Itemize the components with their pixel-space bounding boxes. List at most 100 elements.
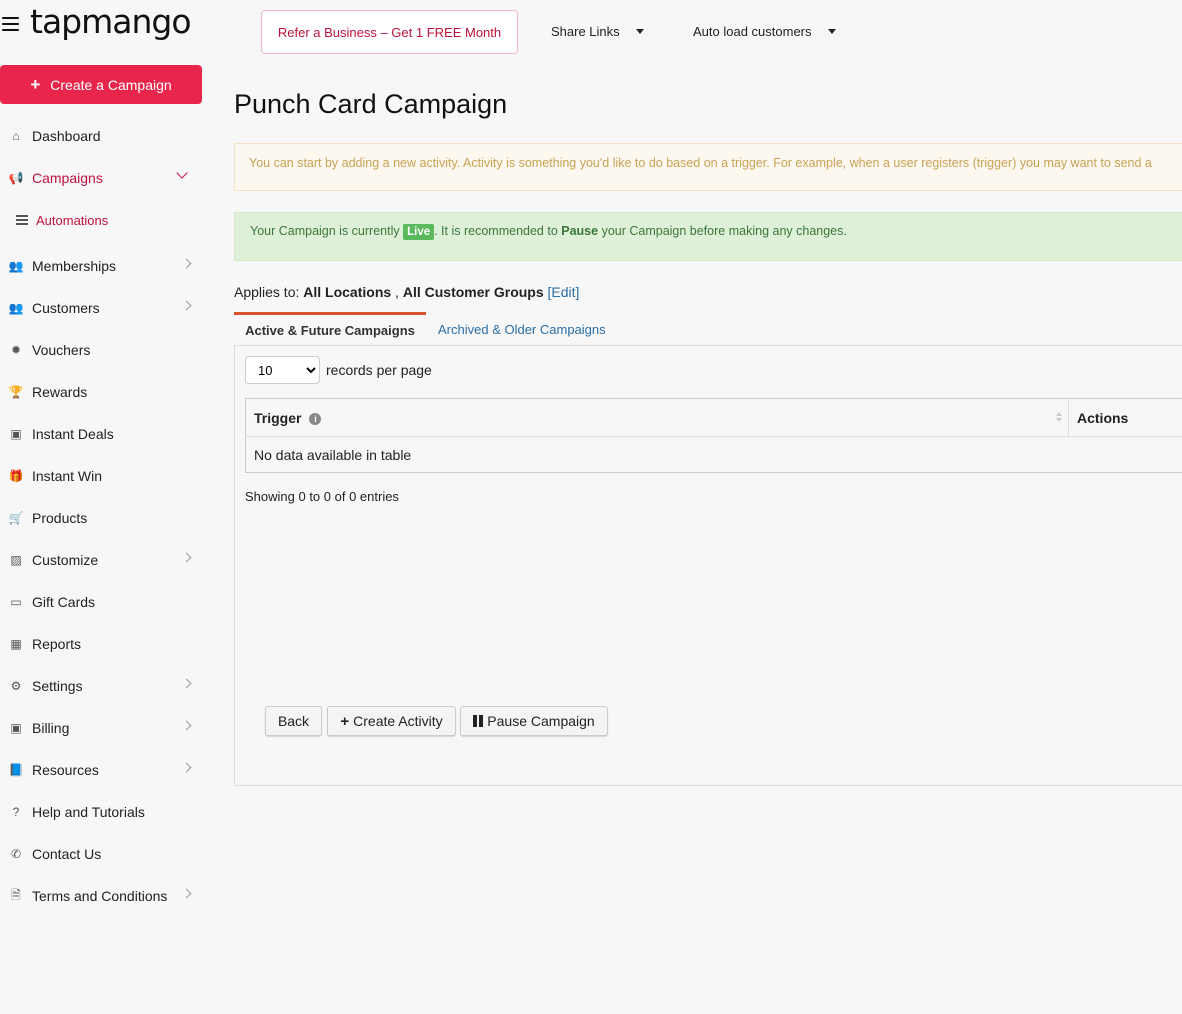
- applies-groups: All Customer Groups: [402, 284, 544, 300]
- sidebar-item-label: Gift Cards: [32, 594, 96, 610]
- chevron-right-icon: [181, 552, 192, 563]
- applies-separator: ,: [391, 284, 403, 300]
- sidebar-item-label: Campaigns: [32, 170, 103, 186]
- sidebar-item-terms[interactable]: 🗎 Terms and Conditions: [8, 884, 198, 908]
- question-icon: ?: [12, 805, 20, 819]
- applies-locations: All Locations: [303, 284, 392, 300]
- live-status-alert: Your Campaign is currently Live. It is r…: [234, 212, 1182, 261]
- live-prefix: Your Campaign is currently: [250, 224, 404, 238]
- info-icon[interactable]: i: [309, 412, 322, 425]
- sidebar-item-label: Memberships: [32, 258, 117, 274]
- sidebar-item-reports[interactable]: ▦ Reports: [8, 632, 198, 656]
- sidebar-item-label: Rewards: [32, 384, 88, 400]
- create-campaign-button[interactable]: + Create a Campaign: [0, 65, 202, 104]
- back-button[interactable]: Back: [265, 706, 322, 736]
- users-icon: 👥: [8, 301, 24, 315]
- tab-archived-older[interactable]: Archived & Older Campaigns: [438, 312, 606, 346]
- pause-campaign-button[interactable]: Pause Campaign: [460, 706, 608, 736]
- sidebar-item-label: Settings: [32, 678, 83, 694]
- book-icon: 📘: [8, 763, 24, 777]
- tab-active-future[interactable]: Active & Future Campaigns: [234, 312, 426, 346]
- info-alert: You can start by adding a new activity. …: [234, 143, 1182, 191]
- chevron-right-icon: [181, 258, 192, 269]
- actions-column-header: Actions: [1068, 398, 1182, 437]
- logo[interactable]: tapmango: [30, 2, 192, 41]
- trigger-header-label: Trigger: [254, 409, 302, 426]
- create-campaign-label: Create a Campaign: [50, 76, 172, 93]
- sort-icon: [1056, 412, 1062, 422]
- share-links-dropdown[interactable]: Share Links: [551, 24, 644, 39]
- sidebar-item-label: Instant Deals: [32, 426, 114, 442]
- live-suffix: your Campaign before making any changes.: [598, 224, 847, 238]
- table-icon: ▦: [10, 637, 22, 651]
- create-activity-label: Create Activity: [353, 713, 443, 729]
- sidebar-subitem-automations[interactable]: Automations: [16, 210, 108, 230]
- pause-icon: [473, 715, 484, 727]
- refer-business-button[interactable]: Refer a Business – Get 1 FREE Month: [261, 10, 518, 54]
- sidebar-item-help[interactable]: ? Help and Tutorials: [8, 800, 198, 824]
- pause-campaign-label: Pause Campaign: [487, 713, 595, 729]
- sidebar-item-billing[interactable]: ▣ Billing: [8, 716, 198, 740]
- megaphone-icon: 📢: [8, 171, 24, 185]
- sidebar-item-label: Billing: [32, 720, 70, 736]
- sidebar-item-campaigns[interactable]: 📢 Campaigns: [8, 166, 198, 190]
- sidebar-item-rewards[interactable]: 🏆 Rewards: [8, 380, 198, 404]
- phone-icon: ✆: [10, 847, 22, 861]
- sidebar-item-instant-deals[interactable]: ▣ Instant Deals: [8, 422, 198, 446]
- trigger-column-header[interactable]: Trigger i: [245, 398, 1069, 437]
- chevron-right-icon: [181, 720, 192, 731]
- sidebar-item-label: Terms and Conditions: [32, 888, 168, 904]
- sidebar-item-label: Dashboard: [32, 128, 101, 144]
- sidebar-item-label: Reports: [32, 636, 82, 652]
- campaign-tabs: Active & Future Campaigns Archived & Old…: [234, 312, 1182, 346]
- gear-icon: ⚙: [10, 679, 22, 693]
- sidebar-item-contact[interactable]: ✆ Contact Us: [8, 842, 198, 866]
- sidebar-item-products[interactable]: 🛒 Products: [8, 506, 198, 530]
- sidebar-item-label: Vouchers: [32, 342, 91, 358]
- records-per-page-label: records per page: [326, 362, 432, 378]
- caret-down-icon: [827, 29, 836, 34]
- live-middle: . It is recommended to: [434, 224, 562, 238]
- sidebar-item-memberships[interactable]: 👥 Memberships: [8, 254, 198, 278]
- applies-to: Applies to: All Locations , All Customer…: [234, 284, 579, 300]
- sidebar-item-settings[interactable]: ⚙ Settings: [8, 674, 198, 698]
- sidebar-item-label: Help and Tutorials: [32, 804, 145, 820]
- sidebar-item-customize[interactable]: ▨ Customize: [8, 548, 198, 572]
- chevron-right-icon: [181, 762, 192, 773]
- sidebar-item-vouchers[interactable]: ✹ Vouchers: [8, 338, 198, 362]
- sidebar-item-dashboard[interactable]: ⌂ Dashboard: [8, 124, 198, 148]
- cart-icon: 🛒: [8, 511, 24, 525]
- sidebar-item-label: Products: [32, 510, 88, 526]
- chevron-right-icon: [181, 300, 192, 311]
- money-icon: ▣: [10, 721, 22, 735]
- sidebar-item-instant-win[interactable]: 🎁 Instant Win: [8, 464, 198, 488]
- home-icon: ⌂: [12, 129, 20, 143]
- auto-load-customers-dropdown[interactable]: Auto load customers: [693, 24, 836, 39]
- hamburger-menu-icon[interactable]: [2, 17, 19, 31]
- sidebar-subitem-label: Automations: [36, 212, 109, 228]
- plus-icon: +: [340, 712, 350, 730]
- money-icon: ▣: [10, 427, 22, 441]
- sidebar-item-resources[interactable]: 📘 Resources: [8, 758, 198, 782]
- image-icon: ▨: [10, 553, 22, 567]
- chevron-right-icon: [181, 888, 192, 899]
- badge-icon: ✹: [10, 343, 22, 357]
- sidebar-item-label: Customers: [32, 300, 100, 316]
- table-row: No data available in table: [245, 436, 1182, 473]
- pause-emphasis: Pause: [561, 224, 599, 238]
- edit-applies-link[interactable]: [Edit]: [548, 284, 580, 300]
- users-icon: 👥: [8, 259, 24, 273]
- records-per-page: 10 records per page: [245, 356, 432, 384]
- share-links-label: Share Links: [551, 24, 620, 39]
- empty-table-message: No data available in table: [245, 436, 1182, 473]
- sidebar-item-gift-cards[interactable]: ▭ Gift Cards: [8, 590, 198, 614]
- list-icon: [16, 215, 28, 225]
- create-activity-button[interactable]: + Create Activity: [327, 706, 456, 736]
- sidebar-item-customers[interactable]: 👥 Customers: [8, 296, 198, 320]
- table-info: Showing 0 to 0 of 0 entries: [245, 489, 399, 504]
- records-per-page-select[interactable]: 10: [245, 356, 320, 384]
- sidebar-item-label: Instant Win: [32, 468, 103, 484]
- trophy-icon: 🏆: [8, 385, 24, 399]
- chevron-down-icon: [176, 167, 188, 179]
- sidebar-item-label: Customize: [32, 552, 99, 568]
